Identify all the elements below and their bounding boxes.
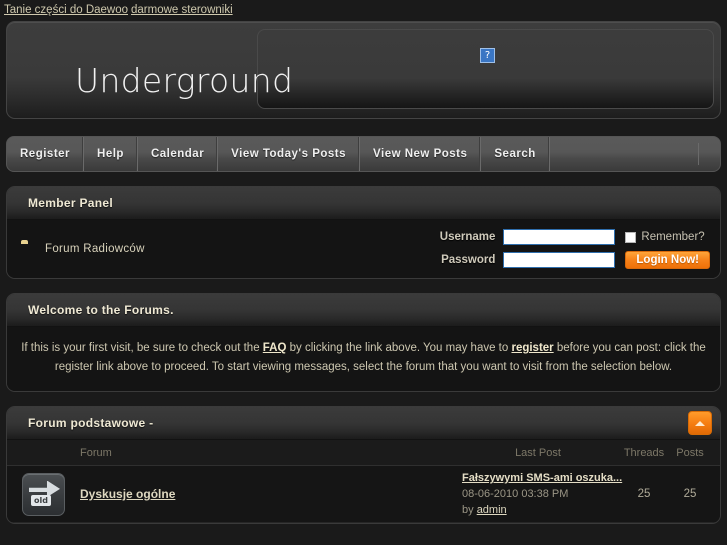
nav-divider [698, 143, 699, 165]
page-wrapper: ? Underground Register Help Calendar Vie… [6, 21, 721, 524]
sponsor-link-1[interactable]: Tanie części do Daewoo [4, 4, 128, 16]
nav-item-register[interactable]: Register [7, 137, 85, 171]
site-logo[interactable]: Underground [75, 64, 293, 98]
remember-me-label: Remember? [641, 231, 705, 243]
forum-table-header: Forum Last Post Threads Posts [7, 440, 720, 466]
last-post-title-link[interactable]: Fałszywymi SMS-ami oszuka... [462, 470, 622, 486]
forum-name-cell: Dyskusje ogólne [80, 485, 462, 503]
column-header-threads: Threads [623, 446, 665, 459]
member-panel-title: Member Panel [28, 196, 113, 210]
forum-section-panel: Forum podstawowe - Forum Last Post Threa… [6, 406, 721, 524]
username-input[interactable] [503, 229, 616, 245]
forum-section-header: Forum podstawowe - [7, 407, 720, 440]
member-forum-shortcut[interactable]: Forum Radiowców [21, 239, 423, 256]
last-post-author-link[interactable]: admin [477, 504, 507, 516]
welcome-text: If this is your first visit, be sure to … [21, 339, 706, 377]
column-header-forum: Forum [80, 446, 112, 459]
top-sponsor-links: Tanie części do Daewoo darmowe sterowniki [0, 0, 727, 21]
welcome-text-part1: If this is your first visit, be sure to … [21, 342, 263, 354]
column-header-last-post: Last Post [515, 446, 561, 459]
remember-me-wrapper[interactable]: Remember? [625, 231, 705, 243]
header-banner-area: ? [257, 29, 714, 109]
old-forum-icon: old [22, 472, 65, 516]
login-form: Username Remember? Password Login Now! [423, 229, 710, 269]
username-label: Username [439, 231, 496, 243]
forum-icon-label: old [31, 494, 51, 506]
nav-item-search[interactable]: Search [481, 137, 550, 171]
password-input[interactable] [503, 252, 616, 268]
last-post-date: 08-06-2010 03:38 PM [462, 488, 569, 500]
nav-item-view-new-posts[interactable]: View New Posts [360, 137, 482, 171]
login-button[interactable]: Login Now! [625, 251, 710, 269]
forum-name-link[interactable]: Dyskusje ogólne [80, 487, 175, 501]
welcome-panel-body: If this is your first visit, be sure to … [7, 327, 720, 391]
forum-last-post-cell: Fałszywymi SMS-ami oszuka... 08-06-2010 … [462, 470, 622, 518]
main-navigation: Register Help Calendar View Today's Post… [6, 136, 721, 172]
member-panel-header: Member Panel [7, 187, 720, 220]
username-row: Username Remember? [423, 229, 710, 245]
broken-image-icon: ? [480, 48, 495, 63]
welcome-panel: Welcome to the Forums. If this is your f… [6, 293, 721, 392]
site-header: ? Underground [6, 21, 721, 119]
nav-item-view-todays-posts[interactable]: View Today's Posts [218, 137, 361, 171]
last-post-by-prefix: by [462, 504, 477, 516]
sponsor-link-2[interactable]: darmowe sterowniki [131, 4, 233, 16]
forum-icon-cell: old [7, 472, 80, 516]
nav-item-help[interactable]: Help [84, 137, 138, 171]
forum-section-title: Forum podstawowe - [28, 416, 154, 430]
faq-link[interactable]: FAQ [263, 342, 287, 354]
register-link[interactable]: register [511, 342, 553, 354]
forum-threads-count: 25 [637, 488, 651, 500]
last-post-author-row: by admin [462, 502, 614, 518]
member-panel-body: Forum Radiowców Username Remember? Passw… [7, 220, 720, 278]
welcome-panel-header: Welcome to the Forums. [7, 294, 720, 327]
welcome-panel-title: Welcome to the Forums. [28, 303, 174, 317]
remember-me-checkbox[interactable] [625, 231, 637, 243]
nav-empty-space [550, 137, 720, 171]
member-panel: Member Panel Forum Radiowców Username Re… [6, 186, 721, 279]
member-forum-label: Forum Radiowców [45, 243, 145, 255]
password-label: Password [441, 254, 496, 266]
table-row: old Dyskusje ogólne Fałszywymi SMS-ami o… [7, 466, 720, 523]
password-row: Password Login Now! [423, 251, 710, 269]
forum-posts-count: 25 [683, 488, 697, 500]
collapse-toggle-button[interactable] [688, 411, 712, 435]
column-header-posts: Posts [676, 446, 704, 459]
folder-icon [21, 239, 38, 256]
nav-item-calendar[interactable]: Calendar [138, 137, 219, 171]
welcome-text-part2: by clicking the link above. You may have… [286, 342, 512, 354]
